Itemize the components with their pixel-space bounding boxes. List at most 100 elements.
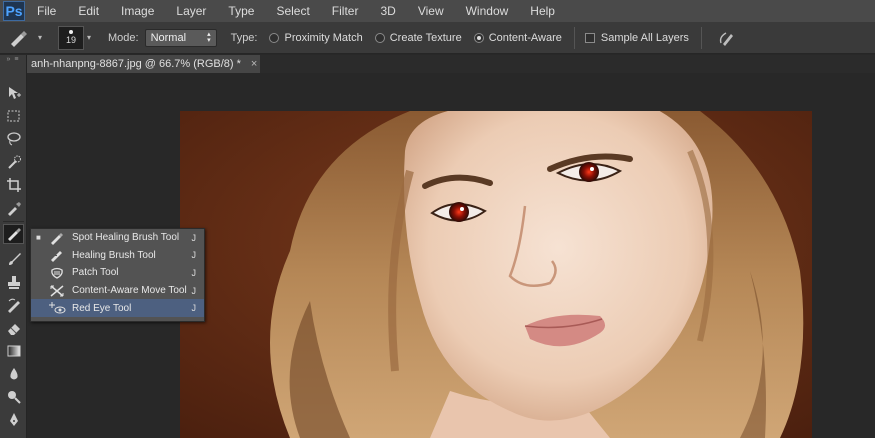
tablet-pressure-button[interactable] [716,28,736,48]
lasso-tool[interactable] [3,129,24,149]
document-tab-row: anh-nhanpng-8867.jpg @ 66.7% (RGB/8) * × [0,55,875,73]
dodge-tool[interactable] [3,387,24,407]
menu-file[interactable]: File [37,4,56,18]
flyout-item-label: Patch Tool [72,267,119,279]
menu-3d[interactable]: 3D [380,4,395,18]
brush-size-picker[interactable]: 19 ▾ [58,25,94,51]
radio-button[interactable] [374,32,385,43]
history-brush-icon [7,298,20,313]
mode-select[interactable]: Normal ▴ ▾ [144,28,217,47]
blur-icon [9,368,18,380]
patch-icon [46,266,68,280]
quick-selection-tool[interactable] [3,152,24,172]
flyout-item-label: Spot Healing Brush Tool [72,232,180,244]
checkbox-box[interactable] [584,32,595,43]
divider [3,221,24,222]
radio-proximity-match[interactable]: Proximity Match [269,31,363,44]
menu-layer[interactable]: Layer [176,4,206,18]
flyout-item-patch[interactable]: Patch Tool J [31,264,204,282]
menu-help[interactable]: Help [530,4,555,18]
menu-type[interactable]: Type [228,4,254,18]
flyout-item-shortcut: J [191,250,197,261]
brush-tool[interactable] [3,249,24,269]
eyedropper-icon [7,202,21,216]
flyout-item-spot-healing-brush[interactable]: ■ Spot Healing Brush Tool J [31,229,204,247]
eyedropper-tool[interactable] [3,198,24,218]
menu-filter[interactable]: Filter [332,4,359,18]
close-icon[interactable]: × [251,58,257,70]
flyout-item-shortcut: J [191,232,197,243]
menu-window[interactable]: Window [466,4,509,18]
radio-create-texture[interactable]: Create Texture [374,31,462,44]
flyout-item-shortcut: J [191,267,197,278]
red-eye-icon [46,301,68,315]
checkbox-label: Sample All Layers [600,31,689,44]
radio-label: Proximity Match [284,31,363,44]
radio-content-aware[interactable]: Content-Aware [473,32,562,44]
radio-button-selected[interactable] [473,32,484,43]
menu-bar: Ps File Edit Image Layer Type Select Fil… [0,0,875,22]
move-icon [8,87,21,99]
sample-all-layers-checkbox[interactable]: Sample All Layers [584,31,689,44]
flyout-item-shortcut: J [191,303,197,314]
flyout-item-label: Healing Brush Tool [72,249,156,261]
tool-preset-picker[interactable]: ▾ [8,26,42,50]
pen-pressure-icon [719,31,733,46]
blur-tool[interactable] [3,364,24,384]
chevron-down-icon: ▾ [37,33,42,42]
move-tool[interactable] [3,83,24,103]
menu-image[interactable]: Image [121,4,154,18]
menu-view[interactable]: View [418,4,444,18]
brush-tip-icon [69,30,73,34]
clone-stamp-tool[interactable] [3,272,24,292]
clone-stamp-icon [7,276,20,289]
pen-icon [9,413,18,426]
flyout-item-label: Red Eye Tool [72,302,132,314]
eraser-tool[interactable] [3,318,24,338]
gradient-tool[interactable] [3,341,24,361]
panel-grip[interactable]: » ≡ [0,55,26,63]
healing-brush-icon [46,248,68,263]
spot-healing-brush-icon [11,30,27,47]
menu-edit[interactable]: Edit [78,4,99,18]
healing-tools-flyout: ■ Spot Healing Brush Tool J Healing Brus… [30,228,205,322]
chevron-down-icon: ▾ [87,33,92,42]
type-label: Type: [230,31,258,44]
pen-tool[interactable] [3,410,24,430]
quick-selection-icon [7,155,21,169]
divider [573,26,575,49]
brush-size-value: 19 [65,35,76,45]
history-brush-tool[interactable] [3,295,24,315]
divider [700,26,702,49]
spot-healing-brush-icon [46,231,68,245]
spot-healing-brush-tool[interactable] [3,224,24,244]
options-bar: ▾ 19 ▾ Mode: Normal ▴ ▾ Type: Proximity M… [0,22,875,54]
active-bullet-icon: ■ [36,233,41,243]
brush-icon [8,253,21,265]
document-tab[interactable]: anh-nhanpng-8867.jpg @ 66.7% (RGB/8) * × [27,55,260,73]
flyout-item-content-aware-move[interactable]: Content-Aware Move Tool J [31,282,204,300]
marquee-icon [7,110,19,122]
tools-panel: » ≡ [0,55,27,438]
document-tab-title: anh-nhanpng-8867.jpg @ 66.7% (RGB/8) * [31,58,241,70]
portrait-image [180,111,812,438]
flyout-item-red-eye[interactable]: Red Eye Tool J [31,299,204,317]
crop-tool[interactable] [3,175,24,195]
brush-preview: 19 [58,25,84,50]
gradient-icon [7,345,20,357]
flyout-item-shortcut: J [191,285,197,296]
menu-select[interactable]: Select [276,4,309,18]
dodge-icon [7,391,21,404]
radio-button[interactable] [269,32,280,43]
photoshop-logo: Ps [3,1,25,21]
radio-label: Create Texture [389,31,462,44]
marquee-tool[interactable] [3,106,24,126]
lasso-icon [6,132,21,146]
mode-label: Mode: [108,31,139,44]
mode-value: Normal [150,31,187,44]
document-image[interactable] [180,111,812,438]
eraser-icon [7,324,20,335]
flyout-item-healing-brush[interactable]: Healing Brush Tool J [31,247,204,265]
crop-icon [6,178,21,192]
flyout-item-label: Content-Aware Move Tool [72,285,187,297]
